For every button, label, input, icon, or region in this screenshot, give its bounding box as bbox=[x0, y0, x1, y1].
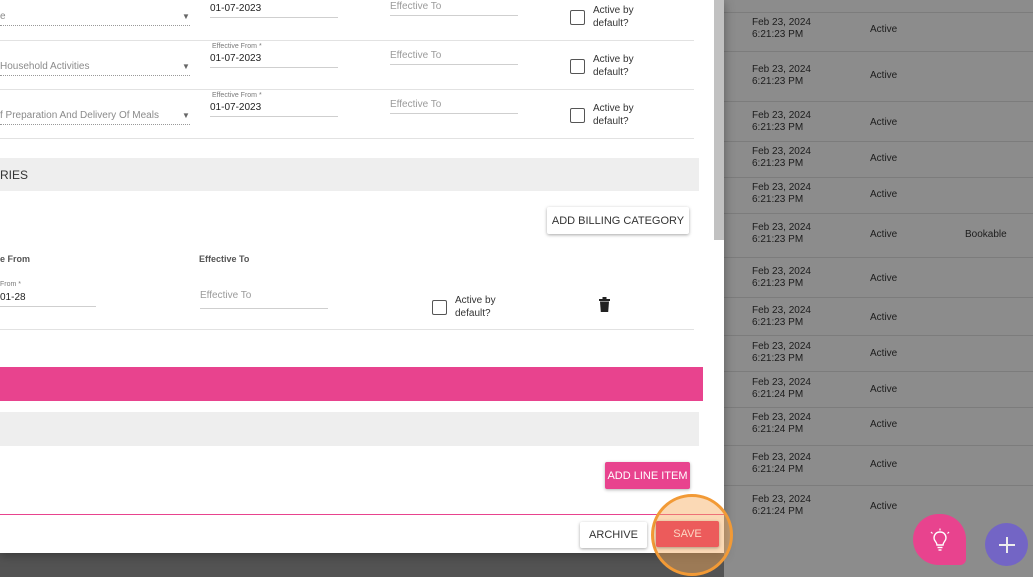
effective-to-field[interactable]: Effective To bbox=[390, 0, 518, 16]
line-items-subheader bbox=[0, 412, 699, 446]
save-button[interactable]: SAVE bbox=[656, 521, 719, 547]
active-by-default-checkbox[interactable] bbox=[570, 10, 585, 25]
active-by-default-label: Active by default? bbox=[455, 295, 496, 319]
effective-from-field[interactable]: 01-07-2023 bbox=[210, 52, 338, 68]
active-by-default-label: Active by default? bbox=[593, 103, 634, 127]
caret-down-icon: ▼ bbox=[182, 62, 190, 71]
effective-from-field[interactable]: 01-07-2023 bbox=[210, 101, 338, 117]
service-select[interactable]: e ▼ bbox=[0, 10, 190, 26]
caret-down-icon: ▼ bbox=[182, 12, 190, 21]
archive-button[interactable]: ARCHIVE bbox=[580, 522, 647, 548]
effective-from-label: Effective From * bbox=[212, 92, 262, 99]
service-select[interactable]: Household Activities ▼ bbox=[0, 60, 190, 76]
service-row: f Preparation And Delivery Of Meals ▼ Ef… bbox=[0, 90, 694, 139]
effective-to-field[interactable]: Effective To bbox=[200, 289, 328, 309]
lightbulb-icon bbox=[930, 528, 949, 551]
plus-icon bbox=[998, 536, 1015, 553]
effective-from-label: Effective From * bbox=[212, 43, 262, 50]
active-by-default-checkbox[interactable] bbox=[432, 300, 447, 315]
trash-icon[interactable] bbox=[598, 297, 611, 317]
effective-to-field[interactable]: Effective To bbox=[390, 98, 518, 114]
add-line-item-button[interactable]: ADD LINE ITEM bbox=[605, 462, 690, 489]
dialog-scrollbar[interactable] bbox=[714, 0, 724, 240]
effective-from-field[interactable]: 01-28 bbox=[0, 291, 96, 307]
billing-categories-header: RIES bbox=[0, 158, 699, 191]
service-row: Household Activities ▼ Effective From * … bbox=[0, 41, 694, 90]
dialog-content: e ▼ 01-07-2023 Effective To Active by de… bbox=[0, 0, 724, 514]
service-select[interactable]: f Preparation And Delivery Of Meals ▼ bbox=[0, 109, 190, 125]
active-by-default-label: Active by default? bbox=[593, 5, 634, 29]
add-billing-category-button[interactable]: ADD BILLING CATEGORY bbox=[547, 207, 689, 234]
add-fab-button[interactable] bbox=[985, 523, 1028, 566]
billing-category-row: From * 01-28 Effective To Active by defa… bbox=[0, 274, 694, 330]
caret-down-icon: ▼ bbox=[182, 111, 190, 120]
idea-fab-button[interactable] bbox=[913, 514, 966, 565]
dialog-footer: ARCHIVE bbox=[0, 514, 724, 553]
effective-from-field[interactable]: 01-07-2023 bbox=[210, 2, 338, 18]
column-header-effective-to: Effective To bbox=[199, 254, 250, 264]
active-by-default-label: Active by default? bbox=[593, 54, 634, 78]
section-title: RIES bbox=[0, 168, 29, 182]
column-header-effective-from: e From bbox=[0, 254, 31, 264]
effective-from-label: From * bbox=[0, 281, 21, 288]
active-by-default-checkbox[interactable] bbox=[570, 59, 585, 74]
edit-dialog: e ▼ 01-07-2023 Effective To Active by de… bbox=[0, 0, 724, 553]
effective-to-field[interactable]: Effective To bbox=[390, 49, 518, 65]
service-row: e ▼ 01-07-2023 Effective To Active by de… bbox=[0, 0, 694, 41]
active-by-default-checkbox[interactable] bbox=[570, 108, 585, 123]
line-items-header-bar bbox=[0, 367, 703, 401]
